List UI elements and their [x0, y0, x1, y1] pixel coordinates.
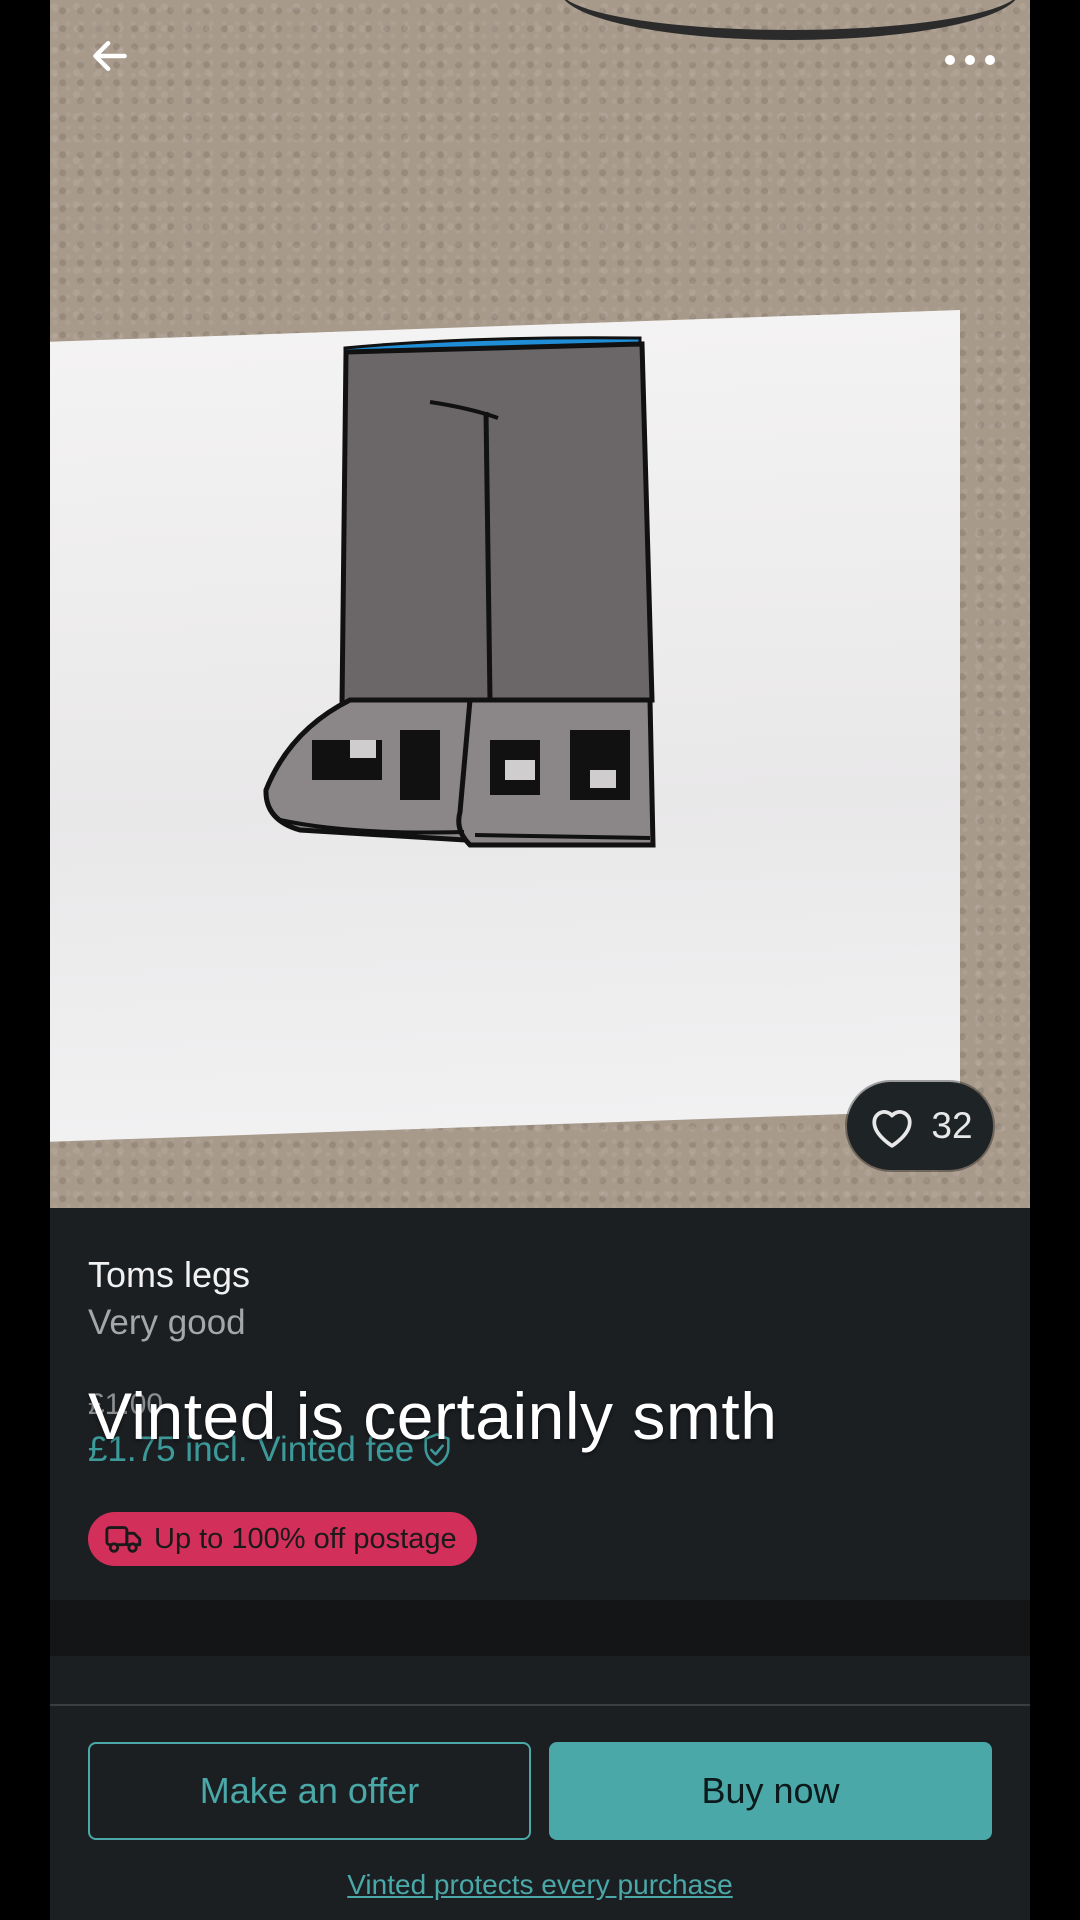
postage-discount-label: Up to 100% off postage [154, 1522, 457, 1555]
buy-now-button[interactable]: Buy now [549, 1742, 992, 1840]
make-offer-button[interactable]: Make an offer [88, 1742, 531, 1840]
action-bar: Make an offer Buy now Vinted protects ev… [50, 1706, 1030, 1920]
item-details: Toms legs Very good £1.00 £1.75 incl. Vi… [50, 1208, 1030, 1600]
favorite-count: 32 [931, 1105, 973, 1146]
app-screen: 32 Toms legs Very good £1.00 £1.75 incl.… [50, 0, 1030, 1920]
favorite-button[interactable]: 32 [847, 1082, 993, 1170]
back-button[interactable] [70, 16, 150, 96]
truck-icon [105, 1526, 142, 1553]
overlay-caption: Vinted is certainly smth [88, 1379, 778, 1453]
leg-drawing [263, 336, 656, 848]
item-condition: Very good [88, 1303, 246, 1342]
postage-discount-badge[interactable]: Up to 100% off postage [88, 1512, 477, 1566]
buyer-protection-link[interactable]: Vinted protects every purchase [50, 1869, 1030, 1901]
section-separator [50, 1600, 1030, 1656]
heart-icon [872, 1110, 913, 1148]
item-title: Toms legs [88, 1254, 251, 1295]
item-photo[interactable]: 32 [50, 0, 1030, 1208]
arrow-left-icon [93, 40, 127, 72]
more-horizontal-icon [945, 55, 995, 65]
more-options-button[interactable] [930, 20, 1010, 100]
